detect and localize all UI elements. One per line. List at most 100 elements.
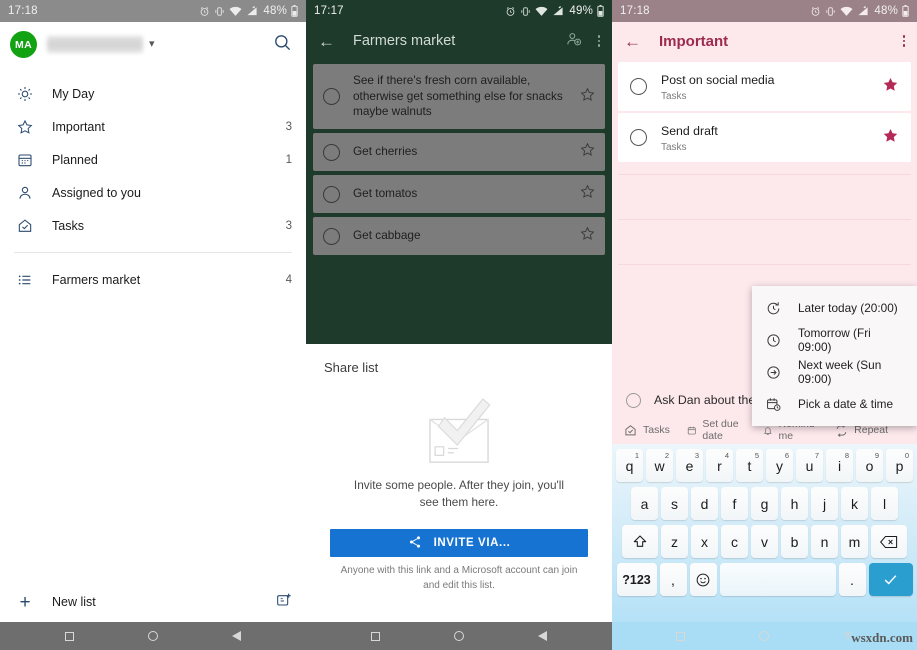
task-checkbox[interactable] — [626, 392, 641, 408]
sidebar-item-assigned-to-you[interactable]: Assigned to you — [0, 176, 306, 209]
key-q[interactable]: 1q — [616, 449, 643, 482]
avatar[interactable]: MA — [10, 31, 37, 58]
key-r[interactable]: 4r — [706, 449, 733, 482]
list-header: ← Farmers market — [306, 22, 612, 60]
recents-button[interactable] — [65, 631, 74, 641]
status-bar-left: 17:18 48% — [0, 0, 306, 22]
keyboard-row-4: ?123 , . — [614, 563, 915, 596]
key-n[interactable]: n — [811, 525, 838, 558]
invite-via-button[interactable]: INVITE VIA... — [330, 529, 588, 558]
key-d[interactable]: d — [691, 487, 718, 520]
key-t[interactable]: 5t — [736, 449, 763, 482]
menu-item-tomorrow[interactable]: Tomorrow (Fri 09:00) — [752, 324, 917, 356]
key-g[interactable]: g — [751, 487, 778, 520]
task-row[interactable]: Send draft Tasks — [618, 113, 911, 162]
toolbar-item-set-due-date[interactable]: Set due date — [687, 418, 746, 442]
key-x[interactable]: x — [691, 525, 718, 558]
task-row[interactable]: Post on social media Tasks — [618, 62, 911, 111]
alarm-icon — [201, 6, 209, 16]
star-icon[interactable] — [580, 226, 595, 246]
status-icons: 48% — [810, 5, 909, 17]
task-row[interactable]: Get tomatos — [313, 175, 605, 214]
battery-icon — [291, 5, 298, 17]
task-row[interactable]: Get cabbage — [313, 217, 605, 256]
recents-button[interactable] — [371, 631, 380, 641]
key-y[interactable]: 6y — [766, 449, 793, 482]
key-w[interactable]: 2w — [646, 449, 673, 482]
key-f[interactable]: f — [721, 487, 748, 520]
key-o[interactable]: 9o — [856, 449, 883, 482]
sidebar-item-farmers-market[interactable]: Farmers market 4 — [0, 263, 306, 296]
overflow-menu-icon[interactable] — [597, 35, 600, 47]
android-navbar-mid — [306, 622, 612, 650]
account-header[interactable]: MA ▾ — [0, 22, 306, 67]
shift-icon[interactable] — [622, 525, 658, 558]
key-z[interactable]: z — [661, 525, 688, 558]
task-row[interactable]: See if there's fresh corn available, oth… — [313, 64, 605, 130]
new-group-icon[interactable] — [276, 592, 292, 613]
sidebar-item-my-day[interactable]: My Day — [0, 77, 306, 110]
status-time: 17:17 — [314, 5, 344, 17]
back-button[interactable] — [232, 631, 241, 641]
back-arrow-icon[interactable]: ← — [318, 33, 335, 50]
key-l[interactable]: l — [871, 487, 898, 520]
emoji-icon[interactable] — [689, 563, 717, 596]
task-row[interactable]: Get cherries — [313, 133, 605, 172]
space-key[interactable] — [719, 563, 836, 596]
key-u[interactable]: 7u — [796, 449, 823, 482]
toolbar-label: Set due date — [702, 418, 739, 442]
key-v[interactable]: v — [751, 525, 778, 558]
home-button[interactable] — [454, 631, 464, 641]
overflow-menu-icon[interactable] — [902, 35, 905, 47]
key-comma[interactable]: , — [659, 563, 687, 596]
key-s[interactable]: s — [661, 487, 688, 520]
key-j[interactable]: j — [811, 487, 838, 520]
sidebar-item-planned[interactable]: Planned 1 — [0, 143, 306, 176]
sidebar-item-important[interactable]: Important 3 — [0, 110, 306, 143]
menu-item-later-today[interactable]: Later today (20:00) — [752, 292, 917, 324]
task-checkbox[interactable] — [323, 227, 340, 245]
task-checkbox[interactable] — [323, 185, 340, 203]
recents-button[interactable] — [676, 631, 685, 641]
menu-item-next-week[interactable]: Next week (Sun 09:00) — [752, 356, 917, 388]
key-a[interactable]: a — [631, 487, 658, 520]
star-icon[interactable] — [882, 76, 899, 98]
key-period[interactable]: . — [838, 563, 866, 596]
menu-item-pick-date-time[interactable]: Pick a date & time — [752, 388, 917, 420]
star-icon[interactable] — [580, 142, 595, 162]
toolbar-item-tasks[interactable]: Tasks — [624, 424, 670, 437]
back-arrow-icon[interactable]: ← — [624, 33, 641, 50]
home-button[interactable] — [148, 631, 158, 641]
chevron-down-icon[interactable]: ▾ — [149, 39, 155, 50]
task-checkbox[interactable] — [630, 78, 647, 95]
vibrate-icon — [215, 6, 224, 16]
task-checkbox[interactable] — [630, 129, 647, 146]
right-panel: 17:18 48% ← Important Post on social med… — [612, 0, 917, 650]
backspace-icon[interactable] — [871, 525, 907, 558]
alarm-icon — [507, 6, 515, 16]
back-button[interactable] — [538, 631, 547, 641]
home-button[interactable] — [759, 631, 769, 641]
plus-icon[interactable]: + — [14, 593, 36, 612]
sidebar-item-tasks[interactable]: Tasks 3 — [0, 209, 306, 242]
key-b[interactable]: b — [781, 525, 808, 558]
key-h[interactable]: h — [781, 487, 808, 520]
task-checkbox[interactable] — [323, 88, 340, 106]
star-icon[interactable] — [580, 184, 595, 204]
calendar-icon — [14, 152, 36, 168]
key-k[interactable]: k — [841, 487, 868, 520]
new-list-row[interactable]: + New list — [0, 582, 306, 622]
task-checkbox[interactable] — [323, 143, 340, 161]
search-icon[interactable] — [273, 33, 292, 57]
add-person-icon[interactable] — [566, 31, 582, 52]
share-description: Invite some people. After they join, you… — [353, 478, 565, 510]
key-i[interactable]: 8i — [826, 449, 853, 482]
key-c[interactable]: c — [721, 525, 748, 558]
check-icon[interactable] — [868, 563, 913, 596]
key-m[interactable]: m — [841, 525, 868, 558]
symbols-key[interactable]: ?123 — [616, 563, 657, 596]
key-p[interactable]: 0p — [886, 449, 913, 482]
star-icon[interactable] — [882, 127, 899, 149]
star-icon[interactable] — [580, 87, 595, 107]
key-e[interactable]: 3e — [676, 449, 703, 482]
